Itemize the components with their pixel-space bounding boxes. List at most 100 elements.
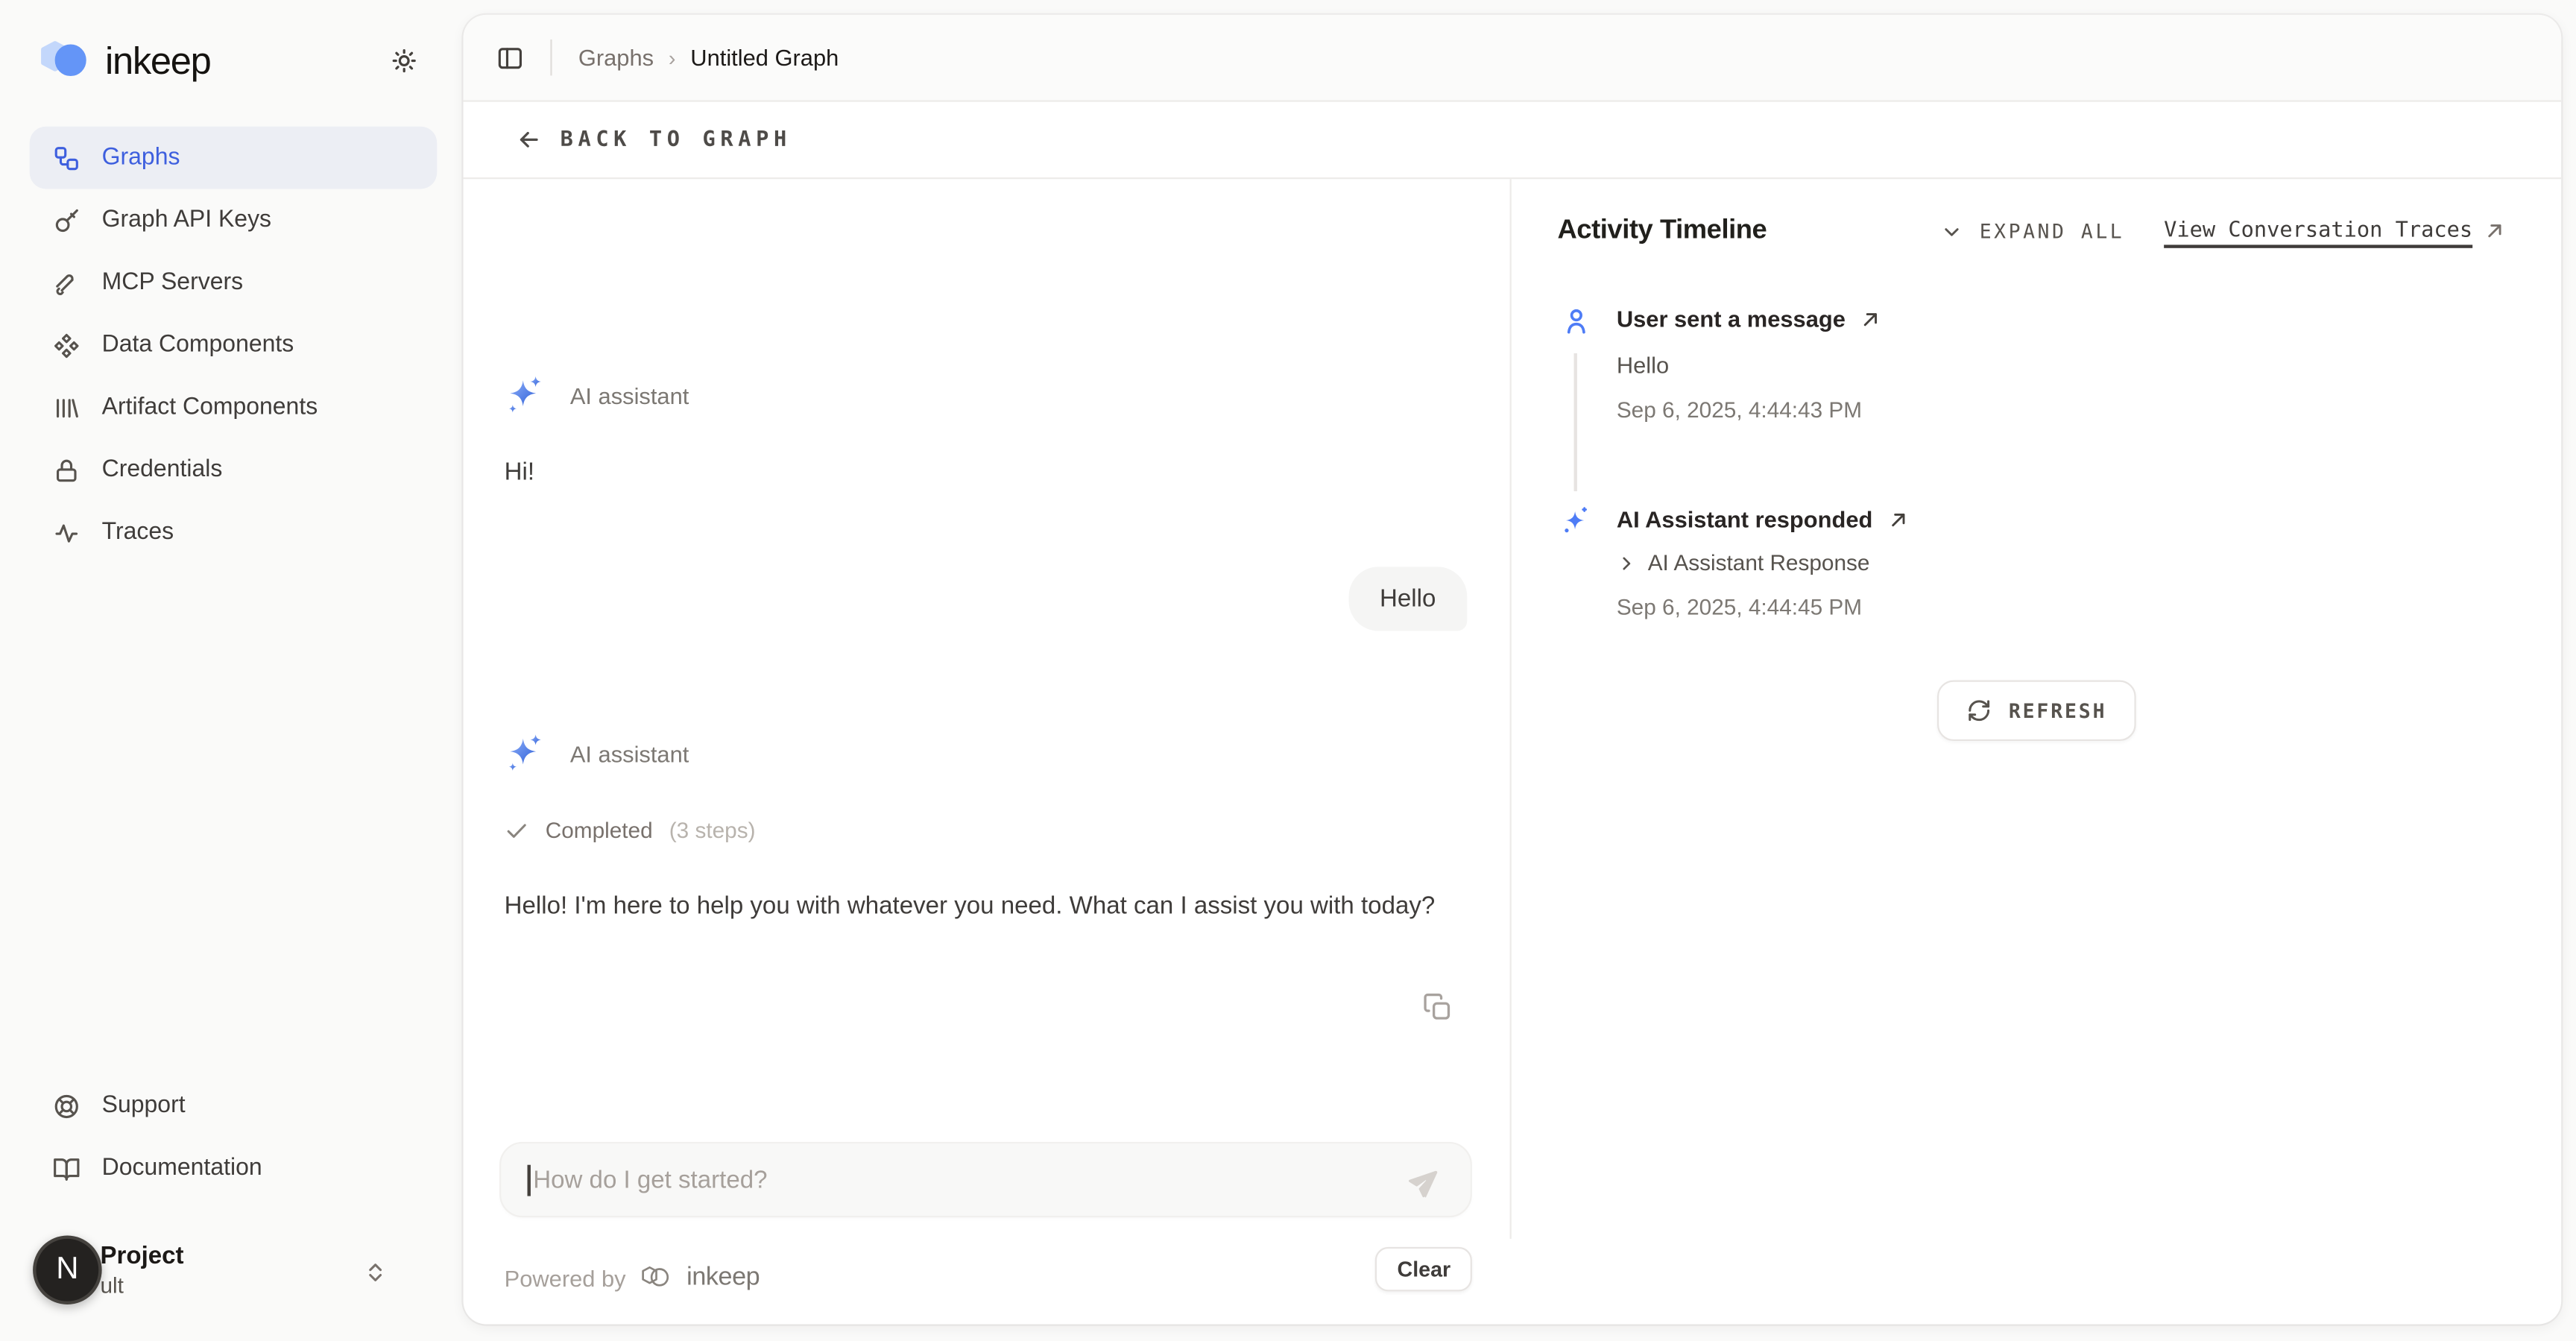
activity-timeline-panel: Activity Timeline EXPAND ALL View Conve	[1512, 179, 2561, 1239]
chat-panel: AI assistant Hi! Hello AI assistant	[464, 179, 1512, 1239]
expand-all-button[interactable]: EXPAND ALL	[1940, 219, 2124, 242]
sparkles-icon	[502, 731, 547, 776]
arrow-up-right-icon	[1860, 308, 1882, 329]
sidebar-item-label: Credentials	[102, 457, 223, 483]
user-message-bubble: Hello	[1348, 567, 1467, 631]
status-label: Completed	[546, 818, 653, 843]
chevrons-up-down-icon	[363, 1259, 388, 1284]
divider	[550, 40, 552, 75]
activity-timeline-header: Activity Timeline EXPAND ALL View Conve	[1557, 215, 2505, 247]
sidebar-footer: Support Documentation N Project ult	[30, 1074, 438, 1317]
sidebar-item-label: Traces	[102, 519, 174, 545]
chat-input[interactable]: How do I get started?	[499, 1142, 1472, 1217]
timeline-event-message: Hello	[1617, 352, 2528, 378]
component-icon	[53, 331, 80, 359]
arrow-left-icon	[516, 127, 542, 153]
timeline-event-timestamp: Sep 6, 2025, 4:44:43 PM	[1617, 397, 2528, 422]
sidebar-item-support[interactable]: Support	[30, 1074, 438, 1137]
sidebar-item-graphs[interactable]: Graphs	[30, 127, 438, 189]
timeline-event-body: AI Assistant responded	[1617, 506, 2528, 619]
assistant-label: AI assistant	[570, 740, 689, 766]
theme-toggle-button[interactable]	[385, 41, 424, 81]
assistant-message: Hello! I'm here to help you with whateve…	[505, 887, 1464, 927]
book-open-icon	[53, 1154, 80, 1181]
chevron-right-icon: ›	[669, 45, 676, 70]
sidebar-item-label: Graphs	[102, 145, 180, 171]
sidebar-toggle-button[interactable]	[496, 43, 524, 71]
project-title: Project	[100, 1243, 183, 1273]
status-steps: (3 steps)	[669, 818, 756, 843]
sparkles-icon	[502, 373, 547, 417]
powered-by-label: Powered by	[505, 1264, 626, 1290]
assistant-header: AI assistant	[502, 731, 689, 776]
brand-row: inkeep	[30, 36, 438, 85]
workflow-icon	[53, 144, 80, 171]
sidebar-item-graph-api-keys[interactable]: Graph API Keys	[30, 189, 438, 251]
content-area: AI assistant Hi! Hello AI assistant	[464, 179, 2562, 1239]
send-button[interactable]	[1409, 1162, 1444, 1196]
breadcrumb-page: Untitled Graph	[690, 45, 839, 71]
sidebar-item-label: Support	[102, 1093, 186, 1119]
assistant-response-expander[interactable]: AI Assistant Response	[1617, 550, 2528, 575]
avatar[interactable]: N	[33, 1235, 102, 1304]
expand-all-label: EXPAND ALL	[1980, 219, 2125, 242]
copy-button[interactable]	[1423, 992, 1453, 1022]
refresh-button[interactable]: REFRESH	[1936, 680, 2136, 741]
sidebar-item-credentials[interactable]: Credentials	[30, 438, 438, 501]
breadcrumb-section[interactable]: Graphs	[578, 45, 654, 71]
text-caret	[528, 1164, 530, 1196]
key-icon	[53, 206, 80, 234]
assistant-response-label: AI Assistant Response	[1648, 550, 1870, 575]
brand-wordmark: inkeep	[105, 39, 210, 83]
timeline-event-body: User sent a message Hello Sep 6, 2025, 4…	[1617, 306, 2528, 422]
sidebar-item-label: Graph API Keys	[102, 207, 271, 233]
sun-icon	[391, 48, 417, 74]
assistant-label: AI assistant	[570, 382, 689, 408]
timeline-event-assistant: AI Assistant responded	[1561, 506, 2528, 619]
assistant-message: Hi!	[505, 458, 534, 486]
back-to-graph-button[interactable]: BACK TO GRAPH	[464, 102, 2562, 180]
chevron-down-icon	[1940, 219, 1963, 242]
timeline-event-user: User sent a message Hello Sep 6, 2025, 4…	[1561, 306, 2528, 422]
avatar-letter: N	[56, 1252, 78, 1288]
mcp-icon	[53, 268, 80, 296]
project-subtitle: ult	[100, 1273, 183, 1301]
sidebar-item-documentation[interactable]: Documentation	[30, 1137, 438, 1199]
chevron-right-icon	[1617, 553, 1636, 572]
powered-by[interactable]: Powered by inkeep	[505, 1262, 760, 1293]
timeline-event-title: AI Assistant responded	[1617, 506, 1873, 532]
arrow-up-right-icon	[2484, 220, 2506, 242]
chat-input-placeholder: How do I get started?	[533, 1166, 767, 1193]
sparkles-icon	[1561, 506, 1591, 536]
app-root: inkeep Graphs	[0, 0, 2576, 1341]
breadcrumb-bar: Graphs › Untitled Graph	[464, 15, 2562, 102]
sidebar-nav: Graphs Graph API Keys MCP Servers	[30, 127, 438, 564]
clear-button[interactable]: Clear	[1376, 1247, 1472, 1292]
sidebar-item-label: Artifact Components	[102, 394, 318, 420]
timeline-controls: EXPAND ALL View Conversation Traces	[1940, 218, 2505, 243]
sidebar-item-artifact-components[interactable]: Artifact Components	[30, 376, 438, 439]
sidebar-item-traces[interactable]: Traces	[30, 501, 438, 564]
back-to-graph-label: BACK TO GRAPH	[561, 127, 792, 152]
sidebar-item-data-components[interactable]: Data Components	[30, 314, 438, 376]
sidebar-item-label: Documentation	[102, 1155, 262, 1181]
project-info: Project ult	[100, 1243, 183, 1301]
inkeep-outline-icon	[639, 1262, 673, 1293]
assistant-header: AI assistant	[502, 373, 689, 417]
sidebar-item-mcp-servers[interactable]: MCP Servers	[30, 251, 438, 314]
check-icon	[505, 818, 529, 843]
completion-status[interactable]: Completed (3 steps)	[505, 818, 756, 843]
project-selector[interactable]: N Project ult	[30, 1225, 438, 1317]
timeline-event-link[interactable]: User sent a message	[1617, 306, 2528, 332]
refresh-label: REFRESH	[2009, 699, 2107, 722]
sidebar-item-label: MCP Servers	[102, 269, 243, 295]
user-icon	[1561, 306, 1591, 335]
sidebar-item-label: Data Components	[102, 332, 294, 358]
activity-icon	[53, 518, 80, 546]
timeline-event-link[interactable]: AI Assistant responded	[1617, 506, 2528, 532]
view-traces-label: View Conversation Traces	[2164, 218, 2472, 243]
main-panel: Graphs › Untitled Graph BACK TO GRAPH	[464, 15, 2562, 1325]
powered-by-brand: inkeep	[686, 1263, 760, 1293]
inkeep-logo-icon	[40, 38, 90, 84]
view-conversation-traces-link[interactable]: View Conversation Traces	[2164, 218, 2505, 243]
